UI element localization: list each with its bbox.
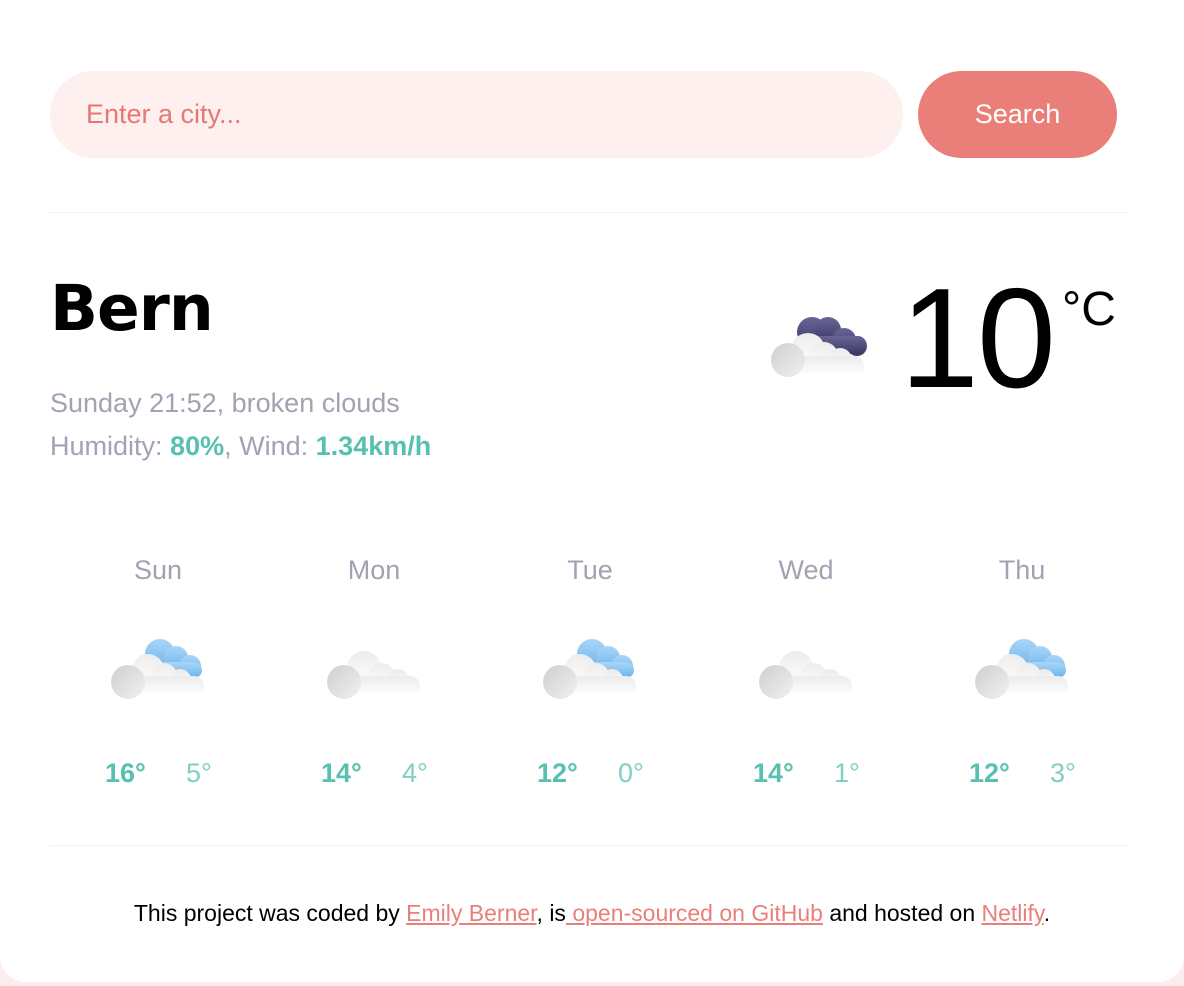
night-broken-clouds-icon: [771, 317, 867, 377]
forecast-day: Thu 12° 3°: [914, 550, 1130, 810]
divider-top: [50, 212, 1129, 213]
footer-text: , is: [536, 900, 566, 926]
author-link[interactable]: Emily Berner: [406, 900, 536, 926]
wind-label: Wind:: [239, 431, 309, 461]
date-description: Sunday 21:52, broken clouds: [50, 388, 400, 418]
city-search-input[interactable]: [50, 71, 903, 158]
weather-description: broken clouds: [231, 388, 400, 418]
day-time: Sunday 21:52: [50, 388, 217, 418]
forecast-min-temp: 3°: [1050, 758, 1076, 788]
current-temperature: 10: [900, 259, 1056, 418]
city-name: Bern: [50, 272, 214, 345]
forecast-min-temp: 1°: [834, 758, 860, 788]
footer-text: .: [1043, 900, 1051, 926]
forecast-max-temp: 12°: [969, 758, 1010, 788]
forecast-row: Sun 16° 5° Mon 14° 4° Tue 12° 0° Wed 14°…: [50, 550, 1130, 810]
forecast-day-name: Sun: [133, 555, 183, 585]
clouds-icon: [327, 651, 420, 699]
wind-value: 1.34km/h: [315, 431, 432, 461]
scattered-clouds-icon: [975, 639, 1068, 699]
scattered-clouds-icon: [111, 639, 204, 699]
forecast-day: Tue 12° 0°: [482, 550, 698, 810]
forecast-day-name: Mon: [347, 555, 401, 585]
footer: This project was coded by Emily Berner, …: [0, 900, 1184, 927]
forecast-min-temp: 0°: [618, 758, 644, 788]
forecast-max-temp: 12°: [537, 758, 578, 788]
forecast-day: Mon 14° 4°: [266, 550, 482, 810]
forecast-day-name: Thu: [998, 555, 1046, 585]
github-link[interactable]: open-sourced on GitHub: [566, 900, 823, 926]
forecast-day-name: Wed: [778, 555, 834, 585]
forecast-min-temp: 4°: [402, 758, 428, 788]
search-form: Search: [50, 71, 1117, 158]
forecast-min-temp: 5°: [186, 758, 212, 788]
forecast-day-name: Tue: [567, 555, 613, 585]
clouds-icon: [759, 651, 852, 699]
forecast-day: Sun 16° 5°: [50, 550, 266, 810]
humidity-label: Humidity:: [50, 431, 163, 461]
temperature-unit[interactable]: °C: [1062, 286, 1116, 334]
footer-text: and hosted on: [822, 900, 982, 926]
humidity-wind: Humidity: 80%, Wind: 1.34km/h: [50, 431, 432, 461]
search-button[interactable]: Search: [918, 71, 1117, 158]
weather-app-card: Search Bern Sunday 21:52, broken clouds …: [0, 0, 1184, 982]
forecast-max-temp: 16°: [105, 758, 146, 788]
forecast-day: Wed 14° 1°: [698, 550, 914, 810]
humidity-value: 80%: [170, 431, 225, 461]
footer-text: This project was coded by: [133, 900, 407, 926]
forecast-max-temp: 14°: [753, 758, 794, 788]
divider-bottom: [50, 845, 1129, 846]
netlify-link[interactable]: Netlify: [982, 900, 1044, 926]
forecast-max-temp: 14°: [321, 758, 362, 788]
scattered-clouds-icon: [543, 639, 636, 699]
